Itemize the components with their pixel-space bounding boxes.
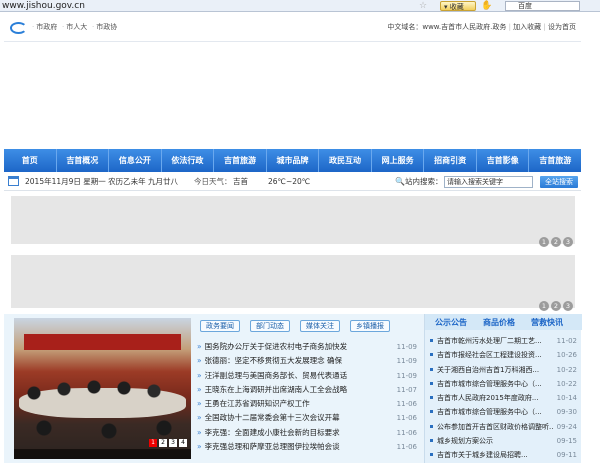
news-item[interactable]: » 张德丽：坚定不移贯彻五大发展理念 确保 11-09 — [197, 354, 423, 368]
toplink-cppcc[interactable]: · 市政协 — [92, 21, 117, 33]
news-section: 1 2 3 4 政务要闻 部门动态 媒体关注 乡镇播报 » 国务院办公厅关于促进农… — [4, 314, 582, 463]
bookmark-star-icon[interactable]: ☆ — [419, 0, 427, 12]
nav-item-overview[interactable]: 吉首概况 — [57, 149, 110, 172]
nav-item-administration[interactable]: 依法行政 — [162, 149, 215, 172]
nav-item-home[interactable]: 首页 — [4, 149, 57, 172]
news-item[interactable]: » 李克强总理和萨摩亚总理图伊拉埃帕会谈 11-06 — [197, 440, 423, 454]
photo-dot-3[interactable]: 3 — [169, 439, 177, 447]
site-search-input[interactable]: 请输入搜索关键字 — [444, 176, 533, 188]
search-icon: 🔍 — [395, 177, 405, 186]
pager-dot-2[interactable]: 2 — [551, 301, 561, 311]
browser-address-bar[interactable]: www.jishou.gov.cn ☆ ▾ 收藏 ✋ 百度 — [0, 0, 600, 12]
weather-label: 今日天气： — [194, 177, 232, 186]
nav-item-investment[interactable]: 招商引资 — [424, 149, 477, 172]
search-engine-label: 百度 — [518, 2, 532, 10]
photo-dot-2[interactable]: 2 — [159, 439, 167, 447]
hand-icon[interactable]: ✋ — [478, 1, 492, 11]
feature-panel-2-pager: 1 2 3 — [539, 301, 573, 311]
news-list: » 国务院办公厅关于促进农村电子商务加快发 11-09 » 张德丽：坚定不移贯彻五大发… — [197, 340, 423, 454]
site-search-button[interactable]: 全站搜索 — [540, 176, 578, 188]
site-logo-icon[interactable] — [10, 22, 27, 34]
nav-item-tourism[interactable]: 吉首旅游 — [214, 149, 267, 172]
browser-url[interactable]: www.jishou.gov.cn — [2, 0, 85, 12]
feature-panel-2: 1 2 3 — [4, 250, 581, 314]
tab-public-notice[interactable]: 公示公告 — [435, 317, 467, 328]
nav-item-info-disclosure[interactable]: 信息公开 — [109, 149, 162, 172]
header-banner — [4, 43, 581, 149]
pager-dot-1[interactable]: 1 — [539, 301, 549, 311]
feature-panel-2-content — [11, 255, 575, 308]
nav-item-city-brand[interactable]: 城市品牌 — [267, 149, 320, 172]
search-label: 站内搜索： — [405, 177, 443, 186]
notice-item[interactable]: 吉首市乾州污水处理厂二期工艺... 11-02 — [429, 334, 579, 349]
notice-item[interactable]: 吉首市报经社会区工程建设投资... 10-26 — [429, 348, 579, 363]
tab-media-focus[interactable]: 媒体关注 — [300, 320, 340, 332]
photo-caption-bar — [14, 449, 191, 459]
feature-panel-1-content — [11, 196, 575, 244]
tab-government-news[interactable]: 政务要闻 — [200, 320, 240, 332]
pager-dot-3[interactable]: 3 — [563, 301, 573, 311]
notice-item[interactable]: 吉首市关于城乡建设局招聘... 09-11 — [429, 448, 579, 463]
news-item[interactable]: » 国务院办公厅关于促进农村电子商务加快发 11-09 — [197, 340, 423, 354]
photo-dot-1[interactable]: 1 — [149, 439, 157, 447]
calendar-icon — [8, 176, 19, 186]
site-topbar: · 市政府 · 市人大 · 市政协 中文域名：www.吉首市人民政府.政务 | 加入收… — [4, 12, 581, 42]
news-item[interactable]: » 王晓东在上海调研并出席湖南人工全会战略 11-07 — [197, 383, 423, 397]
nav-item-online-service[interactable]: 网上服务 — [372, 149, 425, 172]
notice-item[interactable]: 城乡规划方案公示 09-15 — [429, 434, 579, 449]
tab-department-news[interactable]: 部门动态 — [250, 320, 290, 332]
set-homepage-link[interactable]: 设为首页 — [548, 23, 576, 31]
photo-pager: 1 2 3 4 — [149, 439, 187, 447]
page-margin-right — [581, 12, 600, 463]
nav-item-images[interactable]: 吉首影像 — [477, 149, 530, 172]
notice-tabs: 公示公告 商品价格 营救快讯 — [425, 314, 582, 330]
notice-item[interactable]: 关于湘西自治州吉首1万科湘西... 10-22 — [429, 362, 579, 377]
tab-township-report[interactable]: 乡镇播报 — [350, 320, 390, 332]
nav-item-tourism-2[interactable]: 吉首旅游 — [529, 149, 581, 172]
tab-commodity-price[interactable]: 商品价格 — [483, 317, 515, 328]
notice-list: 吉首市乾州污水处理厂二期工艺... 11-02 吉首市报经社会区工程建设投资...… — [429, 334, 579, 463]
weather-place: 吉首 — [233, 177, 248, 186]
main-nav: 首页 吉首概况 信息公开 依法行政 吉首旅游 城市品牌 政民互动 网上服务 招商… — [4, 149, 581, 172]
news-item[interactable]: » 王勇在江苏省调研知识产权工作 11-06 — [197, 397, 423, 411]
pager-dot-1[interactable]: 1 — [539, 237, 549, 247]
domain-text: 中文域名：www.吉首市人民政府.政务 — [387, 23, 507, 31]
feature-panel-1-pager: 1 2 3 — [539, 237, 573, 247]
notice-item[interactable]: 公布参加首开吉首区财政价格调整听... 09-24 — [429, 419, 579, 435]
notice-column: 公示公告 商品价格 营救快讯 吉首市乾州污水处理厂二期工艺... 11-02 吉首… — [424, 314, 582, 463]
toplink-municipal-government[interactable]: · 市政府 — [32, 21, 57, 33]
notice-item[interactable]: 吉首市人民政府2015年度政府... 10-14 — [429, 391, 579, 406]
nav-item-interaction[interactable]: 政民互动 — [319, 149, 372, 172]
info-bar: 2015年11月9日 星期一 农历乙未年 九月廿八 今日天气： 吉首 26℃~2… — [4, 173, 581, 191]
notice-item[interactable]: 吉首市城市综合管理服务中心（... 09-30 — [429, 405, 579, 420]
feature-panel-1: 1 2 3 — [4, 191, 581, 250]
news-item[interactable]: » 全国政协十二届常委会第十三次会议开幕 11-06 — [197, 411, 423, 425]
toplink-people-congress[interactable]: · 市人大 — [62, 21, 87, 33]
news-photo[interactable]: 1 2 3 4 — [14, 318, 191, 459]
pager-dot-3[interactable]: 3 — [563, 237, 573, 247]
news-item[interactable]: » 李克强：全面建成小康社会新的目标要求 11-06 — [197, 426, 423, 440]
tab-rescue-news[interactable]: 营救快讯 — [531, 317, 563, 328]
add-favorite-link[interactable]: 加入收藏 — [513, 23, 541, 31]
photo-dot-4[interactable]: 4 — [179, 439, 187, 447]
photo-people — [14, 373, 191, 443]
topbar-right: 中文域名：www.吉首市人民政府.政务 | 加入收藏 | 设为首页 — [387, 23, 576, 31]
weather-temp: 26℃~20℃ — [268, 177, 311, 186]
pager-dot-2[interactable]: 2 — [551, 237, 561, 247]
favorites-button[interactable]: ▾ 收藏 — [440, 1, 476, 11]
news-item[interactable]: » 汪洋副总理与美国商务部长、贸易代表通话 11-09 — [197, 369, 423, 383]
notice-item[interactable]: 吉首市城市综合管理服务中心（... 10-22 — [429, 376, 579, 392]
photo-red-banner — [24, 334, 181, 350]
news-tabs: 政务要闻 部门动态 媒体关注 乡镇播报 — [200, 320, 390, 332]
current-date: 2015年11月9日 星期一 农历乙未年 九月廿八 — [25, 177, 179, 186]
